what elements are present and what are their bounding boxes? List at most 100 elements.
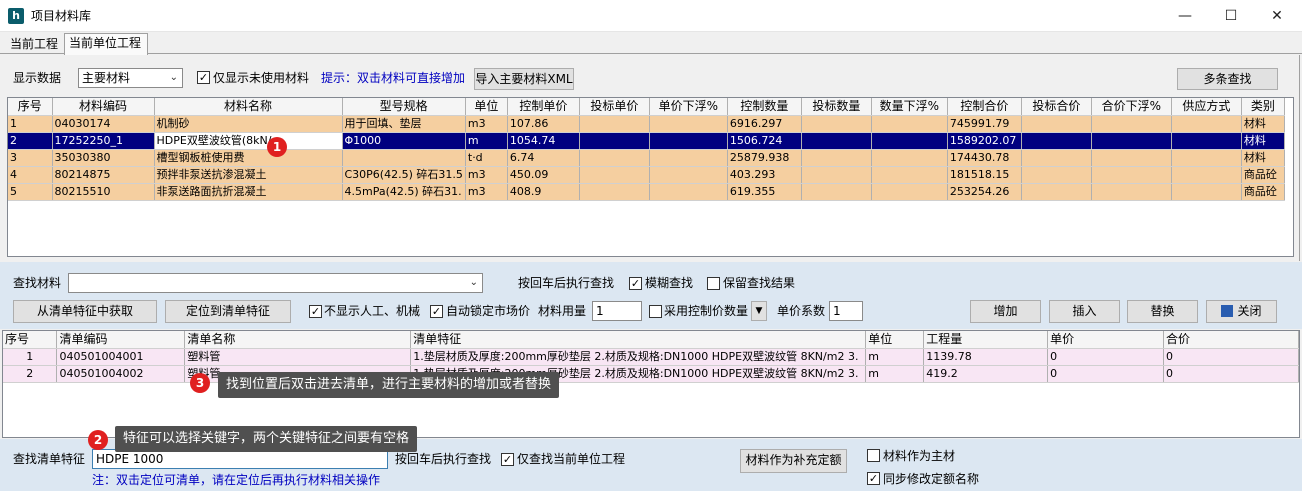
material-row[interactable]: 3 35030380 槽型钢板桩使用费 t·d 6.74 25879.938 174430.… bbox=[8, 149, 1285, 167]
close-icon[interactable]: ✕ bbox=[1254, 0, 1300, 32]
material-cell[interactable]: 619.355 bbox=[727, 183, 802, 201]
sync-quota-name-checkbox[interactable]: ✓ bbox=[867, 472, 880, 485]
material-cell[interactable]: 403.293 bbox=[727, 166, 802, 184]
as-main-material-checkbox[interactable] bbox=[867, 449, 880, 462]
boq-cell[interactable]: 0 bbox=[1163, 365, 1299, 383]
find-feature-input[interactable]: HDPE 1000 bbox=[92, 449, 388, 469]
materials-column-header[interactable]: 材料名称 bbox=[154, 98, 343, 116]
material-cell[interactable]: 机制砂 bbox=[154, 115, 343, 133]
material-cell[interactable] bbox=[1021, 115, 1092, 133]
material-cell[interactable]: m3 bbox=[465, 183, 508, 201]
fuzzy-search-checkbox[interactable]: ✓ bbox=[629, 277, 642, 290]
materials-column-header[interactable]: 型号规格 bbox=[342, 98, 466, 116]
material-cell[interactable]: 35030380 bbox=[52, 149, 155, 167]
material-cell[interactable] bbox=[1091, 132, 1172, 150]
material-cell[interactable] bbox=[801, 149, 872, 167]
material-cell[interactable] bbox=[801, 183, 872, 201]
boq-column-header[interactable]: 工程量 bbox=[923, 331, 1049, 349]
boq-cell[interactable]: 1139.78 bbox=[923, 348, 1049, 366]
material-cell[interactable] bbox=[1091, 115, 1172, 133]
material-cell[interactable]: 80214875 bbox=[52, 166, 155, 184]
hide-labor-checkbox[interactable]: ✓ bbox=[309, 305, 322, 318]
material-cell[interactable]: 1589202.07 bbox=[947, 132, 1022, 150]
material-cell[interactable] bbox=[579, 115, 650, 133]
materials-column-header[interactable]: 合价下浮% bbox=[1091, 98, 1172, 116]
material-cell[interactable] bbox=[1091, 183, 1172, 201]
material-cell[interactable]: 80215510 bbox=[52, 183, 155, 201]
material-row[interactable]: 1 04030174 机制砂 用于回填、垫层 m3 107.86 6916.297 74599… bbox=[8, 115, 1285, 133]
boq-cell[interactable]: 040501004002 bbox=[56, 365, 186, 383]
material-cell[interactable] bbox=[579, 183, 650, 201]
boq-column-header[interactable]: 单价 bbox=[1047, 331, 1165, 349]
material-cell[interactable] bbox=[1171, 132, 1242, 150]
tab-current-project[interactable]: 当前工程 bbox=[6, 35, 62, 54]
material-cell[interactable]: C30P6(42.5) 碎石31.5 bbox=[342, 166, 466, 184]
materials-column-header[interactable]: 投标数量 bbox=[801, 98, 872, 116]
material-cell[interactable] bbox=[649, 132, 728, 150]
boq-row[interactable]: 1 040501004001 塑料管 1.垫层材质及厚度:200mm厚砂垫层 2.材质… bbox=[3, 348, 1299, 366]
boq-cell[interactable]: 1.垫层材质及厚度:200mm厚砂垫层 2.材质及规格:DN1000 HDPE双… bbox=[410, 348, 867, 366]
material-cell[interactable]: 107.86 bbox=[507, 115, 580, 133]
material-cell[interactable] bbox=[871, 115, 948, 133]
material-cell[interactable] bbox=[649, 166, 728, 184]
material-cell[interactable]: 745991.79 bbox=[947, 115, 1022, 133]
material-cell[interactable] bbox=[871, 166, 948, 184]
material-cell[interactable]: 25879.938 bbox=[727, 149, 802, 167]
add-button[interactable]: 增加 bbox=[970, 300, 1041, 323]
material-usage-input[interactable]: 1 bbox=[592, 301, 642, 321]
boq-cell[interactable]: m bbox=[865, 365, 925, 383]
replace-button[interactable]: 替换 bbox=[1127, 300, 1198, 323]
material-cell[interactable] bbox=[579, 132, 650, 150]
material-cell[interactable] bbox=[649, 183, 728, 201]
material-cell[interactable]: 1 bbox=[8, 115, 53, 133]
material-cell[interactable]: 253254.26 bbox=[947, 183, 1022, 201]
boq-cell[interactable]: 1 bbox=[3, 348, 58, 366]
use-control-qty-checkbox[interactable] bbox=[649, 305, 662, 318]
material-cell[interactable] bbox=[342, 149, 466, 167]
only-unused-checkbox[interactable]: ✓ bbox=[197, 71, 210, 84]
materials-table[interactable]: 序号 材料编码 材料名称 型号规格 单位 控制单价 投标单价 单价下浮% 控制数量 投标数量 数量下… bbox=[7, 97, 1294, 257]
material-cell[interactable]: 408.9 bbox=[507, 183, 580, 201]
material-name-edit-cell[interactable]: HDPE双壁波纹管(8kN/ bbox=[154, 132, 343, 150]
materials-column-header[interactable]: 材料编码 bbox=[52, 98, 155, 116]
only-current-unit-checkbox[interactable]: ✓ bbox=[501, 453, 514, 466]
material-cell[interactable] bbox=[871, 183, 948, 201]
material-cell[interactable]: t·d bbox=[465, 149, 508, 167]
material-cell[interactable]: 6.74 bbox=[507, 149, 580, 167]
material-cell[interactable]: 450.09 bbox=[507, 166, 580, 184]
boq-column-header[interactable]: 单位 bbox=[865, 331, 925, 349]
maximize-icon[interactable]: ☐ bbox=[1208, 0, 1254, 32]
material-row[interactable]: 4 80214875 预拌非泵送抗渗混凝土 C30P6(42.5) 碎石31.5 m3 4… bbox=[8, 166, 1285, 184]
materials-column-header[interactable]: 序号 bbox=[8, 98, 53, 116]
boq-cell[interactable]: 040501004001 bbox=[56, 348, 186, 366]
material-cell[interactable] bbox=[1171, 183, 1242, 201]
material-cell[interactable]: 非泵送路面抗折混凝土 bbox=[154, 183, 343, 201]
material-row[interactable]: 5 80215510 非泵送路面抗折混凝土 4.5mPa(42.5) 碎石31. m3 4… bbox=[8, 183, 1285, 201]
locate-feature-button[interactable]: 定位到清单特征 bbox=[165, 300, 291, 323]
materials-column-header[interactable]: 投标单价 bbox=[579, 98, 650, 116]
material-cell[interactable] bbox=[579, 149, 650, 167]
material-cell[interactable] bbox=[1021, 183, 1092, 201]
material-cell[interactable] bbox=[1091, 149, 1172, 167]
material-cell[interactable]: 预拌非泵送抗渗混凝土 bbox=[154, 166, 343, 184]
auto-lock-price-checkbox[interactable]: ✓ bbox=[430, 305, 443, 318]
unit-price-coef-input[interactable]: 1 bbox=[829, 301, 863, 321]
boq-cell[interactable]: 0 bbox=[1163, 348, 1299, 366]
boq-column-header[interactable]: 清单名称 bbox=[184, 331, 412, 349]
material-cell[interactable]: 4 bbox=[8, 166, 53, 184]
boq-column-header[interactable]: 清单特征 bbox=[410, 331, 867, 349]
material-cell[interactable] bbox=[801, 115, 872, 133]
material-cell[interactable]: 材料 bbox=[1241, 132, 1285, 150]
insert-button[interactable]: 插入 bbox=[1049, 300, 1120, 323]
material-cell[interactable]: 4.5mPa(42.5) 碎石31. bbox=[342, 183, 466, 201]
material-cell[interactable] bbox=[1171, 149, 1242, 167]
material-cell[interactable] bbox=[649, 115, 728, 133]
materials-column-header[interactable]: 投标合价 bbox=[1021, 98, 1092, 116]
material-cell[interactable] bbox=[801, 132, 872, 150]
material-cell[interactable] bbox=[1021, 132, 1092, 150]
get-from-feature-button[interactable]: 从清单特征中获取 bbox=[13, 300, 157, 323]
material-cell[interactable] bbox=[649, 149, 728, 167]
materials-column-header[interactable]: 控制合价 bbox=[947, 98, 1022, 116]
material-cell[interactable] bbox=[579, 166, 650, 184]
material-cell[interactable] bbox=[801, 166, 872, 184]
